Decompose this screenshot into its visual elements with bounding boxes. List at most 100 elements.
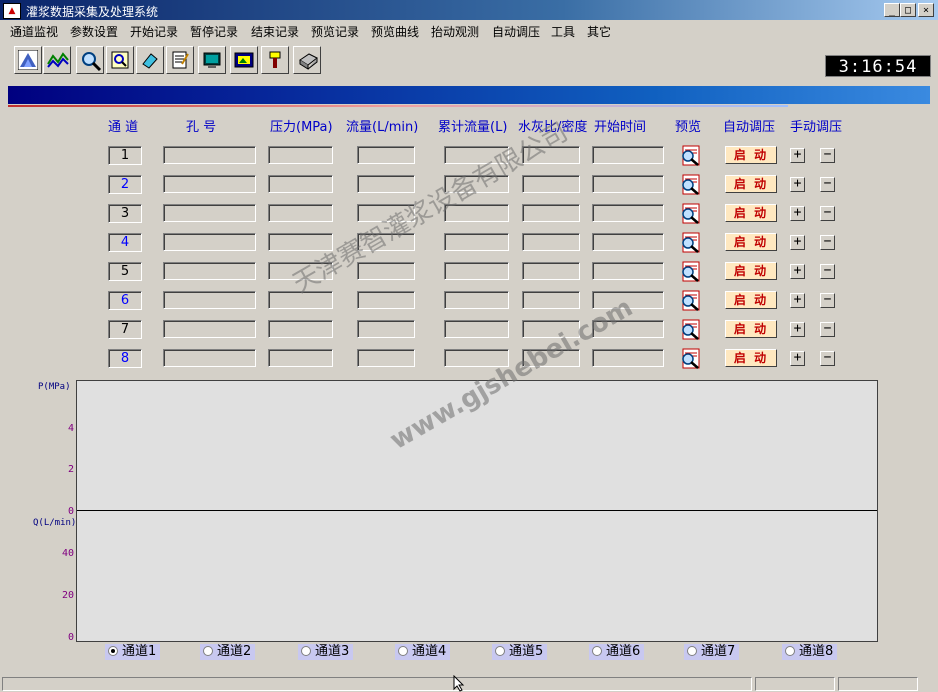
pressure-increase-button[interactable]: + [790,177,805,192]
channel-radio-label: 通道3 [315,644,350,659]
status-pane [838,677,918,691]
start-button[interactable]: 启 动 [725,204,777,222]
start-button[interactable]: 启 动 [725,320,777,338]
pressure-field [268,146,333,164]
pressure-increase-button[interactable]: + [790,351,805,366]
flow-field [357,175,415,193]
pressure-decrease-button[interactable]: − [820,177,835,192]
menu-bar: 通道监视 参数设置 开始记录 暂停记录 结束记录 预览记录 预览曲线 抬动观测 … [0,20,938,40]
pressure-increase-button[interactable]: + [790,148,805,163]
menu-channel-monitor[interactable]: 通道监视 [10,23,58,40]
menu-param-settings[interactable]: 参数设置 [70,23,118,40]
preview-button[interactable] [679,319,703,341]
preview-button[interactable] [679,145,703,167]
pressure-decrease-button[interactable]: − [820,206,835,221]
pressure-increase-button[interactable]: + [790,235,805,250]
preview-magnifier-icon [682,174,700,195]
notepad-button[interactable] [166,46,194,74]
radio-dot-icon [785,646,795,656]
menu-other[interactable]: 其它 [587,23,611,40]
close-button[interactable]: × [918,3,934,17]
pressure-increase-button[interactable]: + [790,322,805,337]
pressure-decrease-button[interactable]: − [820,351,835,366]
pressure-decrease-button[interactable]: − [820,293,835,308]
monitor-button[interactable] [198,46,226,74]
notepad-icon [172,51,189,69]
eraser-button[interactable] [136,46,164,74]
p-tick: 4 [67,423,74,434]
starttime-field [592,262,664,280]
pressure-field [268,204,333,222]
zoom-doc-icon [111,51,129,69]
preview-button[interactable] [679,174,703,196]
menu-pause-record[interactable]: 暂停记录 [190,23,238,40]
printer-button[interactable] [293,46,321,74]
preview-magnifier-icon [682,319,700,340]
flow-field [357,262,415,280]
header-preview: 预览 [675,120,702,135]
pressure-decrease-button[interactable]: − [820,264,835,279]
menu-start-record[interactable]: 开始记录 [130,23,178,40]
image-button[interactable] [230,46,258,74]
header-flow: 流量(L/min) [346,120,419,135]
mountain-icon [18,50,38,70]
pressure-decrease-button[interactable]: − [820,322,835,337]
brush-button[interactable] [261,46,289,74]
channel-radio-5[interactable]: 通道5 [492,644,548,660]
channel-radio-3[interactable]: 通道3 [298,644,354,660]
channel-radio-4[interactable]: 通道4 [395,644,451,660]
hole-field [163,204,256,222]
start-button[interactable]: 启 动 [725,233,777,251]
title-bar[interactable]: ▲ 灌浆数据采集及处理系统 _ □ × [0,0,938,20]
preview-button[interactable] [679,290,703,312]
header-auto-pressure: 自动调压 [723,120,776,135]
eraser-icon [142,53,158,69]
flow-field [357,146,415,164]
header-band [8,86,930,104]
channel-radio-6[interactable]: 通道6 [589,644,645,660]
menu-tools[interactable]: 工具 [551,23,575,40]
radio-dot-icon [398,646,408,656]
preview-button[interactable] [679,261,703,283]
ratio-field [522,233,580,251]
starttime-field [592,233,664,251]
start-button[interactable]: 启 动 [725,175,777,193]
preview-magnifier-icon [682,290,700,311]
menu-end-record[interactable]: 结束记录 [251,23,299,40]
start-button[interactable]: 启 动 [725,349,777,367]
channel-radio-1[interactable]: 通道1 [105,644,161,660]
mountain-button[interactable] [14,46,42,74]
menu-lift-observe[interactable]: 抬动观测 [431,23,479,40]
start-button[interactable]: 启 动 [725,262,777,280]
preview-button[interactable] [679,203,703,225]
pressure-increase-button[interactable]: + [790,293,805,308]
preview-button[interactable] [679,232,703,254]
pressure-increase-button[interactable]: + [790,206,805,221]
menu-auto-pressure[interactable]: 自动调压 [492,23,540,40]
cumflow-field [444,262,509,280]
magnifier-button[interactable] [76,46,104,74]
radio-dot-icon [203,646,213,656]
menu-preview-curve[interactable]: 预览曲线 [371,23,419,40]
preview-button[interactable] [679,348,703,370]
image-icon [234,52,254,68]
pressure-increase-button[interactable]: + [790,264,805,279]
channel-radio-2[interactable]: 通道2 [200,644,256,660]
channel-radio-8[interactable]: 通道8 [782,644,838,660]
wave-chart-button[interactable] [43,46,71,74]
pressure-decrease-button[interactable]: − [820,235,835,250]
menu-preview-record[interactable]: 预览记录 [311,23,359,40]
channel-radio-7[interactable]: 通道7 [684,644,740,660]
pressure-flow-chart [76,380,878,642]
start-button[interactable]: 启 动 [725,146,777,164]
ratio-field [522,262,580,280]
minimize-button[interactable]: _ [884,3,900,17]
pressure-decrease-button[interactable]: − [820,148,835,163]
flow-axis-label: Q(L/min) [33,518,77,528]
start-button[interactable]: 启 动 [725,291,777,309]
ratio-field [522,175,580,193]
maximize-button[interactable]: □ [900,3,916,17]
zoom-doc-button[interactable] [106,46,134,74]
radio-dot-icon [495,646,505,656]
channel-radio-label: 通道5 [509,644,544,659]
